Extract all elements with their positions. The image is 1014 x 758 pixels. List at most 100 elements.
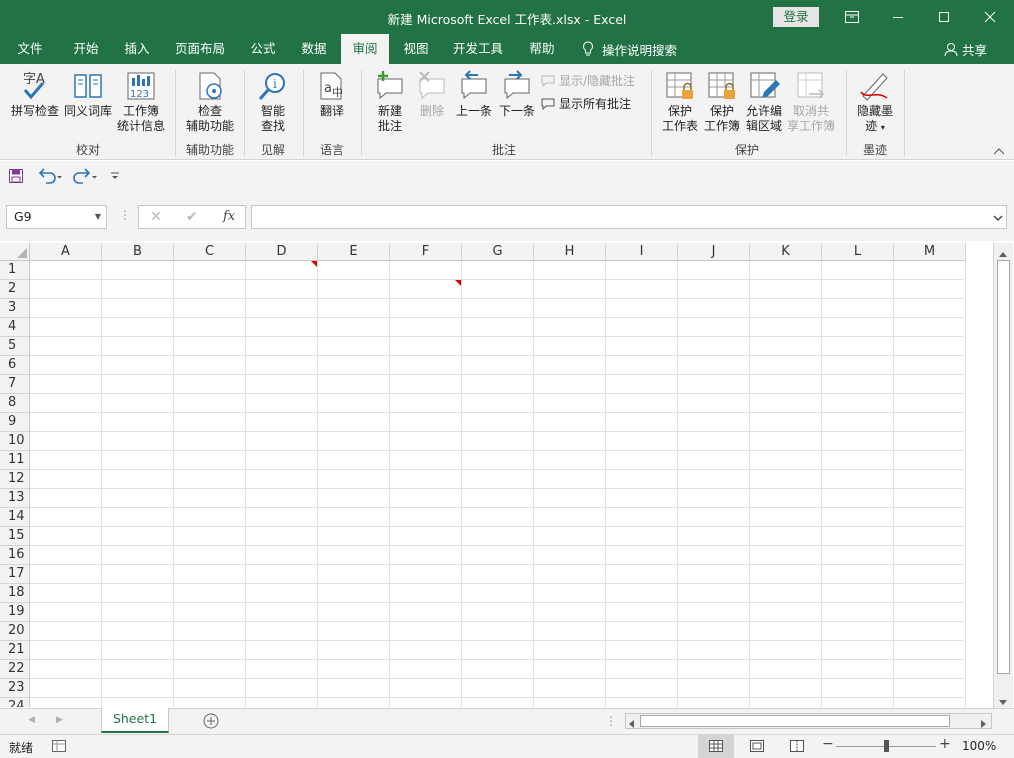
row-header-6[interactable]: 6 <box>0 356 30 375</box>
vertical-scroll-thumb[interactable] <box>997 260 1010 674</box>
vertical-scrollbar[interactable] <box>993 243 1013 708</box>
close-icon[interactable] <box>967 0 1013 34</box>
workbook-statistics-button[interactable]: 123 工作簿 统计信息 <box>114 70 168 134</box>
column-header-a[interactable]: A <box>30 243 102 261</box>
macro-record-icon[interactable] <box>52 740 66 755</box>
row-header-4[interactable]: 4 <box>0 318 30 337</box>
zoom-slider-thumb[interactable] <box>884 740 889 752</box>
row-header-11[interactable]: 11 <box>0 451 30 470</box>
row-header-17[interactable]: 17 <box>0 565 30 584</box>
tab-page-layout[interactable]: 页面布局 <box>168 34 232 64</box>
insert-function-icon[interactable]: fx <box>223 209 235 224</box>
horizontal-scrollbar[interactable] <box>625 713 992 729</box>
zoom-out-icon[interactable]: − <box>822 736 834 752</box>
row-header-21[interactable]: 21 <box>0 641 30 660</box>
row-header-10[interactable]: 10 <box>0 432 30 451</box>
row-header-24[interactable]: 24 <box>0 698 30 707</box>
more-options-icon[interactable]: ⋮ <box>119 208 131 222</box>
show-hide-comment-button[interactable]: 显示/隐藏批注 <box>541 72 635 89</box>
horizontal-scroll-thumb[interactable] <box>640 715 950 727</box>
hide-ink-button[interactable]: 隐藏墨 迹 ▾ <box>853 70 897 135</box>
formula-input[interactable] <box>251 205 1007 229</box>
row-header-15[interactable]: 15 <box>0 527 30 546</box>
row-header-22[interactable]: 22 <box>0 660 30 679</box>
allow-edit-ranges-button[interactable]: 允许编 辑区域 <box>742 70 786 134</box>
cancel-icon[interactable]: ✕ <box>150 209 162 225</box>
ribbon-display-options-icon[interactable] <box>829 0 875 34</box>
new-comment-button[interactable]: 新建 批注 <box>368 70 412 134</box>
row-header-1[interactable]: 1 <box>0 261 30 280</box>
add-sheet-icon[interactable] <box>203 713 219 732</box>
comment-indicator-d1[interactable] <box>311 261 317 267</box>
protect-sheet-button[interactable]: 保护 工作表 <box>658 70 702 134</box>
column-header-j[interactable]: J <box>678 243 750 261</box>
tab-file[interactable]: 文件 <box>8 34 52 64</box>
name-box[interactable]: G9 ▼ <box>6 205 107 229</box>
scroll-up-icon[interactable] <box>998 247 1008 261</box>
login-button[interactable]: 登录 <box>773 7 819 27</box>
spelling-button[interactable]: 字A 拼写检查 <box>8 70 62 119</box>
enter-icon[interactable]: ✔ <box>186 209 198 225</box>
check-accessibility-button[interactable]: 检查 辅助功能 <box>180 70 240 134</box>
scroll-right-icon[interactable] <box>981 717 987 731</box>
column-header-b[interactable]: B <box>102 243 174 261</box>
next-comment-button[interactable]: 下一条 <box>496 70 538 119</box>
row-header-23[interactable]: 23 <box>0 679 30 698</box>
maximize-icon[interactable] <box>921 0 967 34</box>
thesaurus-button[interactable]: 同义词库 <box>62 70 114 119</box>
tab-help[interactable]: 帮助 <box>519 34 565 64</box>
collapse-ribbon-icon[interactable] <box>993 144 1005 158</box>
tab-insert[interactable]: 插入 <box>114 34 160 64</box>
row-header-19[interactable]: 19 <box>0 603 30 622</box>
row-header-14[interactable]: 14 <box>0 508 30 527</box>
scroll-left-icon[interactable] <box>629 717 635 731</box>
column-header-k[interactable]: K <box>750 243 822 261</box>
row-header-3[interactable]: 3 <box>0 299 30 318</box>
tab-data[interactable]: 数据 <box>291 34 337 64</box>
row-header-16[interactable]: 16 <box>0 546 30 565</box>
worksheet-grid[interactable]: ABCDEFGHIJKLM 1 2 3 4 5 6 7 8 9 10 11 12 13 14 15 16 17 1… <box>0 243 992 707</box>
column-header-f[interactable]: F <box>390 243 462 261</box>
normal-view-icon[interactable] <box>698 735 734 758</box>
select-all-button[interactable] <box>0 243 30 261</box>
tab-review[interactable]: 审阅 <box>341 34 389 64</box>
tab-developer[interactable]: 开发工具 <box>446 34 510 64</box>
unshare-workbook-button[interactable]: 取消共 享工作簿 <box>786 70 836 134</box>
zoom-level[interactable]: 100% <box>962 739 996 753</box>
row-header-13[interactable]: 13 <box>0 489 30 508</box>
column-header-e[interactable]: E <box>318 243 390 261</box>
row-header-5[interactable]: 5 <box>0 337 30 356</box>
previous-comment-button[interactable]: 上一条 <box>452 70 496 119</box>
row-header-12[interactable]: 12 <box>0 470 30 489</box>
protect-workbook-button[interactable]: 保护 工作簿 <box>702 70 742 134</box>
show-all-comments-button[interactable]: 显示所有批注 <box>541 95 631 112</box>
chevron-down-icon[interactable]: ▼ <box>95 206 101 228</box>
zoom-slider[interactable] <box>836 740 936 752</box>
tab-view[interactable]: 视图 <box>393 34 439 64</box>
row-header-8[interactable]: 8 <box>0 394 30 413</box>
column-header-l[interactable]: L <box>822 243 894 261</box>
tab-home[interactable]: 开始 <box>62 34 110 64</box>
tab-formulas[interactable]: 公式 <box>240 34 286 64</box>
tab-split-handle-icon[interactable]: ⋮ <box>605 714 617 728</box>
row-header-18[interactable]: 18 <box>0 584 30 603</box>
translate-button[interactable]: a中 翻译 <box>310 70 354 119</box>
comment-indicator-f2[interactable] <box>455 280 461 286</box>
smart-lookup-button[interactable]: i 智能 查找 <box>250 70 296 134</box>
sheet-tab-sheet1[interactable]: Sheet1 <box>101 708 169 733</box>
redo-icon[interactable] <box>72 168 98 187</box>
column-header-h[interactable]: H <box>534 243 606 261</box>
share-button[interactable]: 共享 <box>944 34 987 64</box>
customize-qat-icon[interactable] <box>110 170 120 184</box>
page-layout-view-icon[interactable] <box>750 740 764 755</box>
page-break-preview-icon[interactable] <box>790 740 804 755</box>
row-header-2[interactable]: 2 <box>0 280 30 299</box>
row-header-7[interactable]: 7 <box>0 375 30 394</box>
previous-sheet-icon[interactable]: ◀ <box>28 715 35 725</box>
next-sheet-icon[interactable]: ▶ <box>56 715 63 725</box>
undo-icon[interactable] <box>37 168 63 187</box>
row-header-20[interactable]: 20 <box>0 622 30 641</box>
minimize-icon[interactable] <box>875 0 921 34</box>
zoom-in-icon[interactable]: + <box>939 736 951 752</box>
row-header-9[interactable]: 9 <box>0 413 30 432</box>
